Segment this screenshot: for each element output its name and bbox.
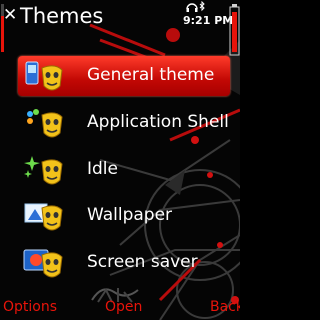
- menu-item-label: Application Shell: [87, 112, 229, 132]
- title-bar: ✕ Themes 9:21 PM: [0, 0, 240, 34]
- open-softkey[interactable]: Open: [105, 298, 142, 316]
- back-softkey[interactable]: Back: [210, 298, 240, 316]
- idle-icon: [24, 156, 63, 185]
- menu-item-label: Wallpaper: [87, 205, 173, 225]
- menu-item-idle[interactable]: Idle: [18, 150, 230, 190]
- screen: ✕ Themes 9:21 PM General theme Applicati…: [0, 0, 240, 320]
- page-title: Themes: [20, 4, 104, 28]
- signal-strength-icon: [1, 4, 4, 52]
- wallpaper-icon: [24, 203, 63, 231]
- menu-item-general-theme[interactable]: General theme: [18, 56, 230, 96]
- menu-item-label: Screen saver: [87, 252, 198, 272]
- menu-item-screen-saver[interactable]: Screen saver: [18, 243, 230, 283]
- menu-item-application-shell[interactable]: Application Shell: [18, 103, 230, 143]
- battery-level-icon: [229, 4, 240, 56]
- clock: 9:21 PM: [183, 14, 234, 27]
- general-theme-icon: [25, 61, 63, 91]
- menu-item-label: General theme: [87, 65, 215, 85]
- menu-item-wallpaper[interactable]: Wallpaper: [18, 196, 230, 236]
- headset-bluetooth-status-icons: [186, 1, 205, 12]
- options-softkey[interactable]: Options: [3, 298, 57, 316]
- screen-saver-icon: [23, 249, 63, 278]
- menu-item-label: Idle: [87, 159, 118, 179]
- application-shell-icon: [27, 109, 63, 138]
